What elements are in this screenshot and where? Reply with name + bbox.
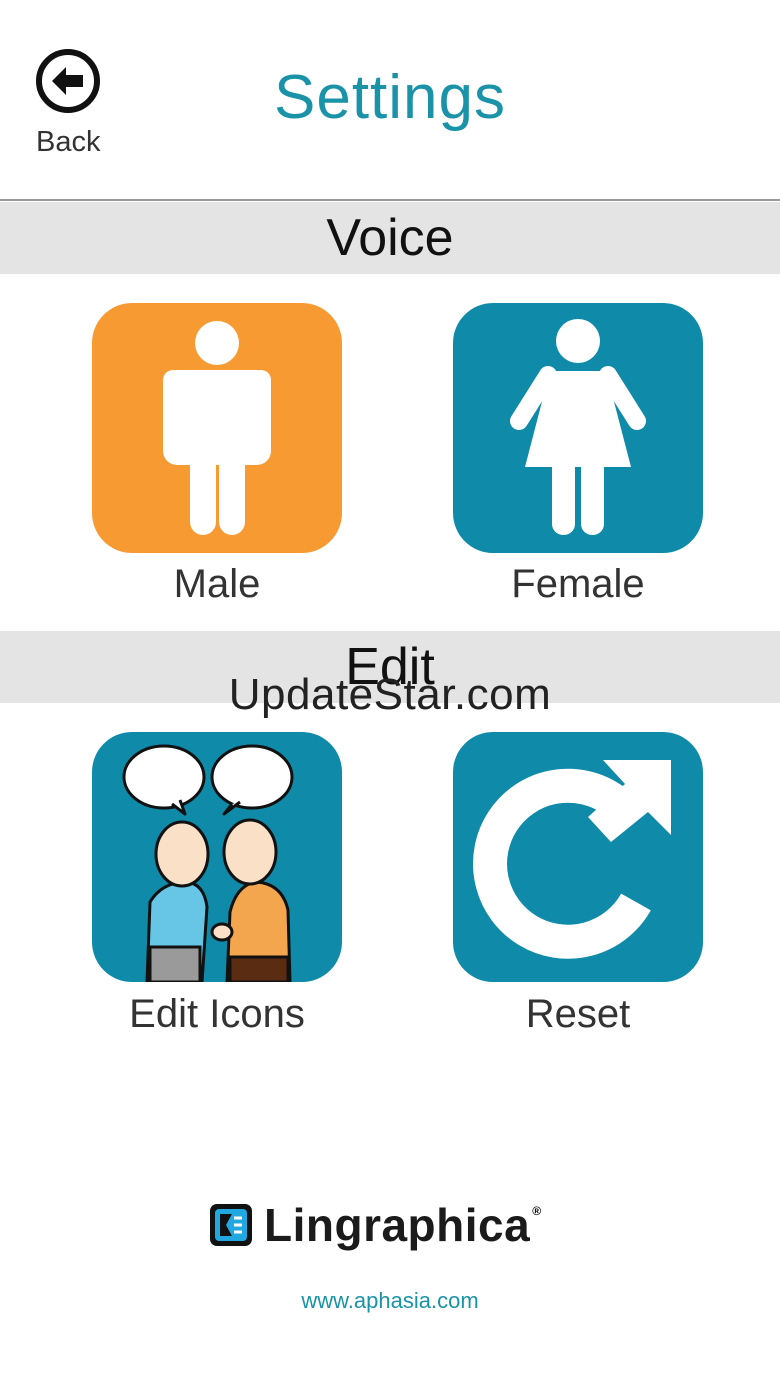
watermark-text: UpdateStar.com [228, 670, 552, 719]
edit-icons-label: Edit Icons [129, 992, 305, 1036]
reset-label: Reset [525, 992, 631, 1036]
registered-mark: ® [532, 1204, 542, 1218]
female-label: Female [511, 562, 645, 606]
two-people-talking-icon [92, 732, 342, 982]
male-figure-icon [92, 303, 342, 553]
female-figure-icon [453, 303, 703, 553]
website-link[interactable]: www.aphasia.com [0, 1288, 780, 1314]
brand-logo: Lingraphica ® [208, 1195, 541, 1255]
lingraphica-logo-icon [210, 1204, 252, 1246]
male-voice-button[interactable] [92, 303, 342, 553]
section-header-voice: Voice [0, 202, 780, 274]
reset-button[interactable] [453, 732, 703, 982]
female-voice-button[interactable] [453, 303, 703, 553]
brand-name: Lingraphica [264, 1199, 531, 1251]
male-label: Male [173, 562, 261, 606]
header-divider [0, 199, 780, 201]
header: Back Settings [0, 0, 780, 200]
reset-arrow-icon [453, 732, 703, 982]
page-title: Settings [273, 63, 507, 132]
edit-icons-button[interactable] [92, 732, 342, 982]
